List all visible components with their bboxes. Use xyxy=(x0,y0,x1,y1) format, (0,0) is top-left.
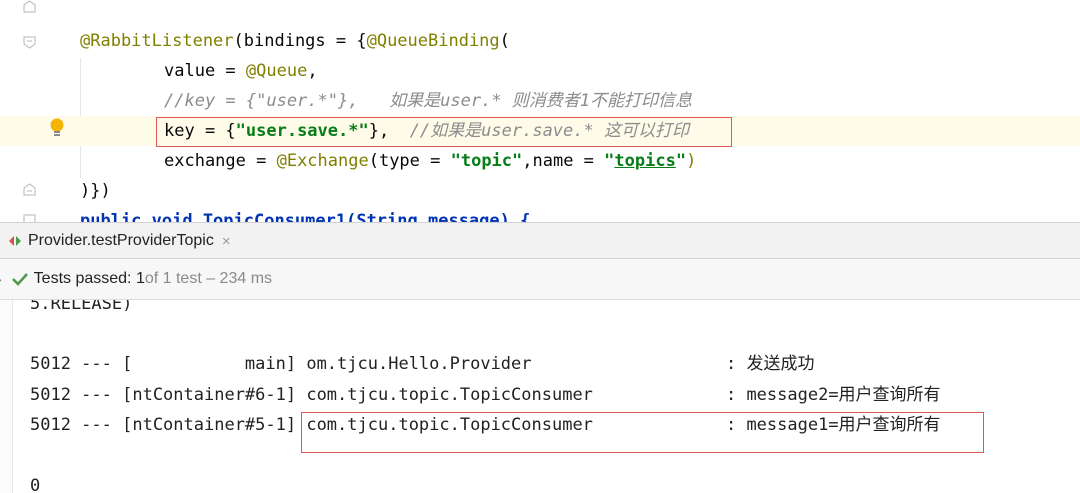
console-line: 5012 --- [ntContainer#6-1] com.tjcu.topi… xyxy=(30,385,941,405)
code-token: ,name = xyxy=(522,151,605,171)
code-token: (type = xyxy=(368,151,451,171)
run-tool-window-tabs: Provider.testProviderTopic × xyxy=(0,222,1080,259)
string-token: "topic" xyxy=(450,151,523,171)
code-line[interactable]: //key = {"user.*"}, 如果是user.* 则消费者1不能打印信… xyxy=(0,86,1080,116)
test-status-bar: › Tests passed: 1 of 1 test – 234 ms xyxy=(0,259,1080,300)
highlight-box xyxy=(156,117,732,147)
string-token-underlined: topics xyxy=(614,151,676,171)
console-output[interactable]: 5.RELEASE) 5012 --- [ main] om.tjcu.Hell… xyxy=(0,300,1080,493)
comment-token: //key = {"user.*"}, 如果是user.* 则消费者1不能打印信… xyxy=(164,91,693,111)
code-token: ( xyxy=(499,31,510,51)
tab-label: Provider.testProviderTopic xyxy=(28,232,214,249)
code-token: ) xyxy=(686,151,697,171)
chevron-right-icon[interactable]: › xyxy=(0,271,2,287)
tests-summary-label: of 1 test – 234 ms xyxy=(144,270,273,287)
code-line[interactable]: public void TopicConsumer1(String messag… xyxy=(0,206,1080,222)
tests-passed-label: Tests passed: 1 xyxy=(33,270,145,287)
code-token: )}) xyxy=(80,181,111,201)
string-token: " xyxy=(675,151,687,171)
highlight-box xyxy=(301,412,984,453)
annotation-token: @QueueBinding xyxy=(366,31,500,51)
code-token: , xyxy=(307,61,318,81)
close-icon[interactable]: × xyxy=(222,233,231,250)
annotation-token: @RabbitListener xyxy=(80,31,234,51)
code-token: public void TopicConsumer1(String messag… xyxy=(80,211,531,222)
code-line[interactable]: exchange = @Exchange(type = "topic",name… xyxy=(0,146,1080,176)
console-line: 0 xyxy=(30,476,41,493)
code-line[interactable]: )}) xyxy=(0,176,1080,206)
code-line[interactable]: @RabbitListener(bindings = {@QueueBindin… xyxy=(0,26,1080,56)
fold-end-icon[interactable] xyxy=(23,0,36,13)
check-icon xyxy=(11,273,28,286)
annotation-token: @Queue xyxy=(245,61,308,81)
console-line: 5.RELEASE) xyxy=(30,300,133,314)
run-config-icon xyxy=(9,236,21,246)
code-token: exchange = xyxy=(164,151,277,171)
code-line[interactable]: value = @Queue, xyxy=(0,56,1080,86)
code-token: value = xyxy=(164,61,246,81)
annotation-token: @Exchange xyxy=(276,151,369,171)
code-editor[interactable]: @RabbitListener(bindings = {@QueueBindin… xyxy=(0,0,1080,222)
tab-provider-test[interactable]: Provider.testProviderTopic × xyxy=(0,223,231,259)
string-token: " xyxy=(604,151,615,171)
code-token: (bindings = { xyxy=(233,31,367,51)
console-gutter xyxy=(0,300,13,493)
console-line: 5012 --- [ main] om.tjcu.Hello.Provider … xyxy=(30,354,815,374)
lightbulb-icon[interactable] xyxy=(49,117,65,139)
